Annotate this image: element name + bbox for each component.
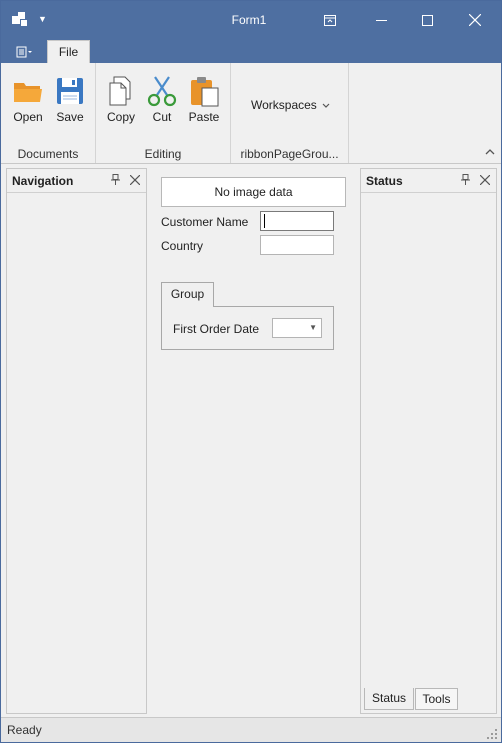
chevron-down-icon [322,103,330,108]
tab-file[interactable]: File [47,40,90,63]
status-panel-header[interactable]: Status [361,169,496,193]
minimize-button[interactable] [358,1,404,39]
customer-name-input[interactable] [260,211,334,231]
close-icon[interactable] [479,172,491,188]
cut-button[interactable]: Cut [142,73,182,129]
status-panel-title: Status [366,174,403,188]
application-window: ▼ Form1 File Open Save Documents Copy Cu… [0,0,502,743]
tab-status[interactable]: Status [364,688,414,710]
ribbon-group-caption: Documents [17,147,79,161]
close-icon [469,14,481,26]
ribbon-group-caption: ribbonPageGrou... [240,147,339,161]
title-bar[interactable]: ▼ Form1 [1,1,501,39]
ribbon-group-page: ribbonPageGrou... [231,63,349,163]
tab-tools[interactable]: Tools [415,688,458,710]
navigation-panel: Navigation [6,168,147,714]
close-button[interactable] [452,1,498,39]
status-text: Ready [7,723,42,737]
country-label: Country [161,239,204,253]
ribbon-group-documents: Open Save Documents [1,63,96,163]
pin-icon[interactable] [111,174,120,188]
workspaces-dropdown[interactable]: Workspaces [251,98,330,112]
floppy-disk-icon [57,78,83,104]
navigation-panel-title: Navigation [12,174,74,188]
minimize-icon [375,19,387,21]
open-button-label: Open [13,110,43,124]
status-panel: Status [360,168,497,714]
save-button[interactable]: Save [50,73,90,129]
ribbon-group-caption: Editing [144,147,182,161]
dropdown-arrow-icon[interactable]: ▼ [309,323,317,332]
copy-icon [109,76,131,106]
first-order-date-label: First Order Date [173,322,260,336]
image-edit[interactable]: No image data [161,177,346,207]
paste-button-label: Paste [188,110,220,124]
open-button[interactable]: Open [8,73,48,129]
ribbon: Open Save Documents Copy Cut Paste Editi… [1,63,501,164]
chevron-up-icon [485,149,495,155]
customer-name-label: Customer Name [161,215,249,229]
window-title: Form1 [231,13,267,27]
maximize-button[interactable] [404,1,450,39]
copy-button[interactable]: Copy [101,73,141,129]
maximize-icon [421,14,433,26]
close-icon[interactable] [129,172,141,188]
application-menu-button[interactable] [7,41,43,63]
paste-button[interactable]: Paste [184,73,224,129]
ribbon-display-options-button[interactable] [307,1,353,39]
status-bar: Ready [1,717,501,742]
navigation-panel-header[interactable]: Navigation [7,169,146,193]
save-button-label: Save [56,110,84,124]
first-order-date-picker[interactable]: ▼ [272,318,322,338]
app-menu-icon [16,46,32,58]
country-input[interactable] [260,235,334,255]
scissors-icon [147,76,177,107]
cut-button-label: Cut [152,110,172,124]
group-tab[interactable]: Group [161,282,214,307]
ribbon-group-editing: Copy Cut Paste Editing [96,63,231,163]
collapse-ribbon-button[interactable] [485,147,495,158]
resize-grip-icon[interactable] [487,729,497,739]
pin-icon[interactable] [461,174,470,188]
copy-button-label: Copy [106,110,135,124]
ribbon-tab-row: File [1,39,501,63]
folder-open-icon [14,83,42,102]
workspaces-label: Workspaces [251,98,317,112]
text-caret [264,214,265,228]
paste-icon [191,77,219,107]
ribbon-display-icon [324,14,336,26]
